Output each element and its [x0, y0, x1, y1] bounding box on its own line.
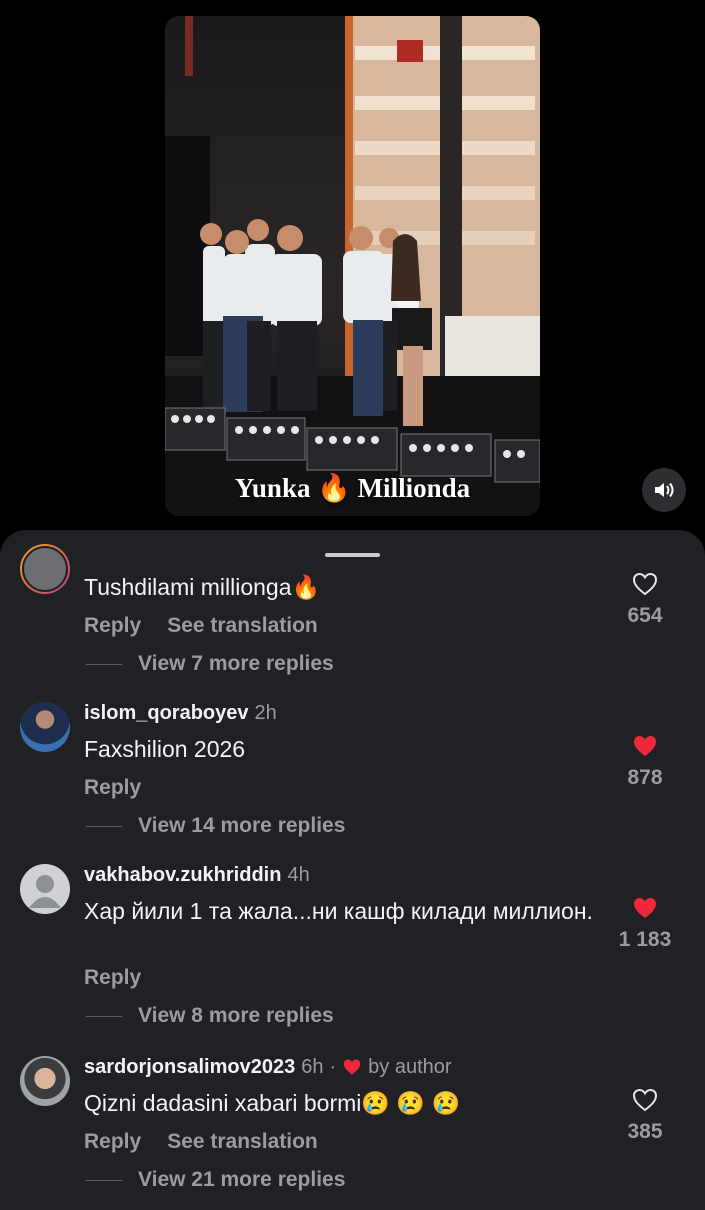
comment-text: Хар йили 1 та жала...ни кашф килади милл…: [84, 898, 593, 924]
reply-button[interactable]: Reply: [84, 966, 141, 989]
divider: [86, 825, 122, 827]
divider: [86, 1179, 122, 1181]
reply-button[interactable]: Reply: [84, 614, 141, 637]
username-link[interactable]: vakhabov.zukhriddin: [84, 864, 281, 886]
see-translation-button[interactable]: See translation: [167, 614, 318, 637]
view-replies-label: View 8 more replies: [138, 1004, 334, 1027]
avatar[interactable]: [20, 544, 70, 594]
avatar[interactable]: [20, 702, 70, 752]
divider: [86, 1015, 122, 1017]
comment-item: Tushdilami millionga🔥 Reply See translati…: [0, 544, 705, 684]
view-replies-button[interactable]: View 7 more replies: [86, 652, 334, 676]
comment-text: Faxshilion 2026: [84, 736, 246, 762]
avatar[interactable]: [20, 1056, 70, 1106]
like-button[interactable]: 878: [605, 734, 685, 790]
like-count: 385: [627, 1120, 663, 1143]
comment-meta: vakhabov.zukhriddin 4h: [84, 864, 310, 887]
view-replies-label: View 7 more replies: [138, 652, 334, 675]
video-caption: Yunka 🔥 Millionda: [234, 473, 471, 503]
heart-outline-icon: [632, 1088, 658, 1112]
like-button[interactable]: 385: [605, 1088, 685, 1144]
video-player[interactable]: Yunka 🔥 Millionda: [165, 16, 540, 516]
view-replies-label: View 21 more replies: [138, 1168, 346, 1191]
like-count: 1 183: [618, 928, 672, 951]
comment-text: Tushdilami millionga🔥: [84, 574, 321, 600]
liked-by-author-label: by author: [368, 1056, 452, 1078]
separator-dot: ·: [329, 1056, 337, 1078]
view-replies-button[interactable]: View 14 more replies: [86, 814, 345, 838]
comment-text: Qizni dadasini xabari bormi😢 😢 😢: [84, 1090, 461, 1116]
username-link[interactable]: sardorjonsalimov2023: [84, 1056, 295, 1078]
like-button[interactable]: 654: [605, 572, 685, 628]
like-button[interactable]: 1 183: [605, 896, 685, 952]
view-replies-button[interactable]: View 21 more replies: [86, 1168, 345, 1192]
username-link[interactable]: islom_qoraboyev: [84, 702, 249, 724]
view-replies-button[interactable]: View 8 more replies: [86, 1004, 334, 1028]
comment-meta: sardorjonsalimov2023 6h · by author: [84, 1056, 452, 1079]
divider: [86, 663, 122, 665]
heart-filled-icon: [634, 898, 656, 918]
comment-item: islom_qoraboyev 2h Faxshilion 2026 Reply …: [0, 702, 705, 842]
like-count: 654: [627, 604, 663, 627]
avatar[interactable]: [20, 864, 70, 914]
default-user-icon: [29, 875, 61, 908]
reply-button[interactable]: Reply: [84, 1130, 141, 1153]
comment-meta: islom_qoraboyev 2h: [84, 702, 277, 725]
reply-button[interactable]: Reply: [84, 776, 141, 799]
timestamp: 4h: [287, 864, 310, 886]
view-replies-label: View 14 more replies: [138, 814, 346, 837]
author-heart-icon: [343, 1059, 361, 1075]
drag-handle[interactable]: [325, 553, 380, 557]
speaker-icon: [655, 482, 674, 498]
comment-item: sardorjonsalimov2023 6h · by author Qizni d…: [0, 1056, 705, 1196]
timestamp: 6h: [301, 1056, 324, 1078]
heart-outline-icon: [632, 572, 658, 596]
see-translation-button[interactable]: See translation: [167, 1130, 318, 1153]
timestamp: 2h: [254, 702, 277, 724]
comments-sheet: Tushdilami millionga🔥 Reply See translati…: [0, 530, 705, 1210]
comment-item: vakhabov.zukhriddin 4h Хар йили 1 та жала…: [0, 864, 705, 1034]
heart-filled-icon: [634, 736, 656, 756]
video-frame: [165, 16, 540, 516]
like-count: 878: [627, 766, 663, 789]
mute-button[interactable]: [642, 468, 686, 512]
